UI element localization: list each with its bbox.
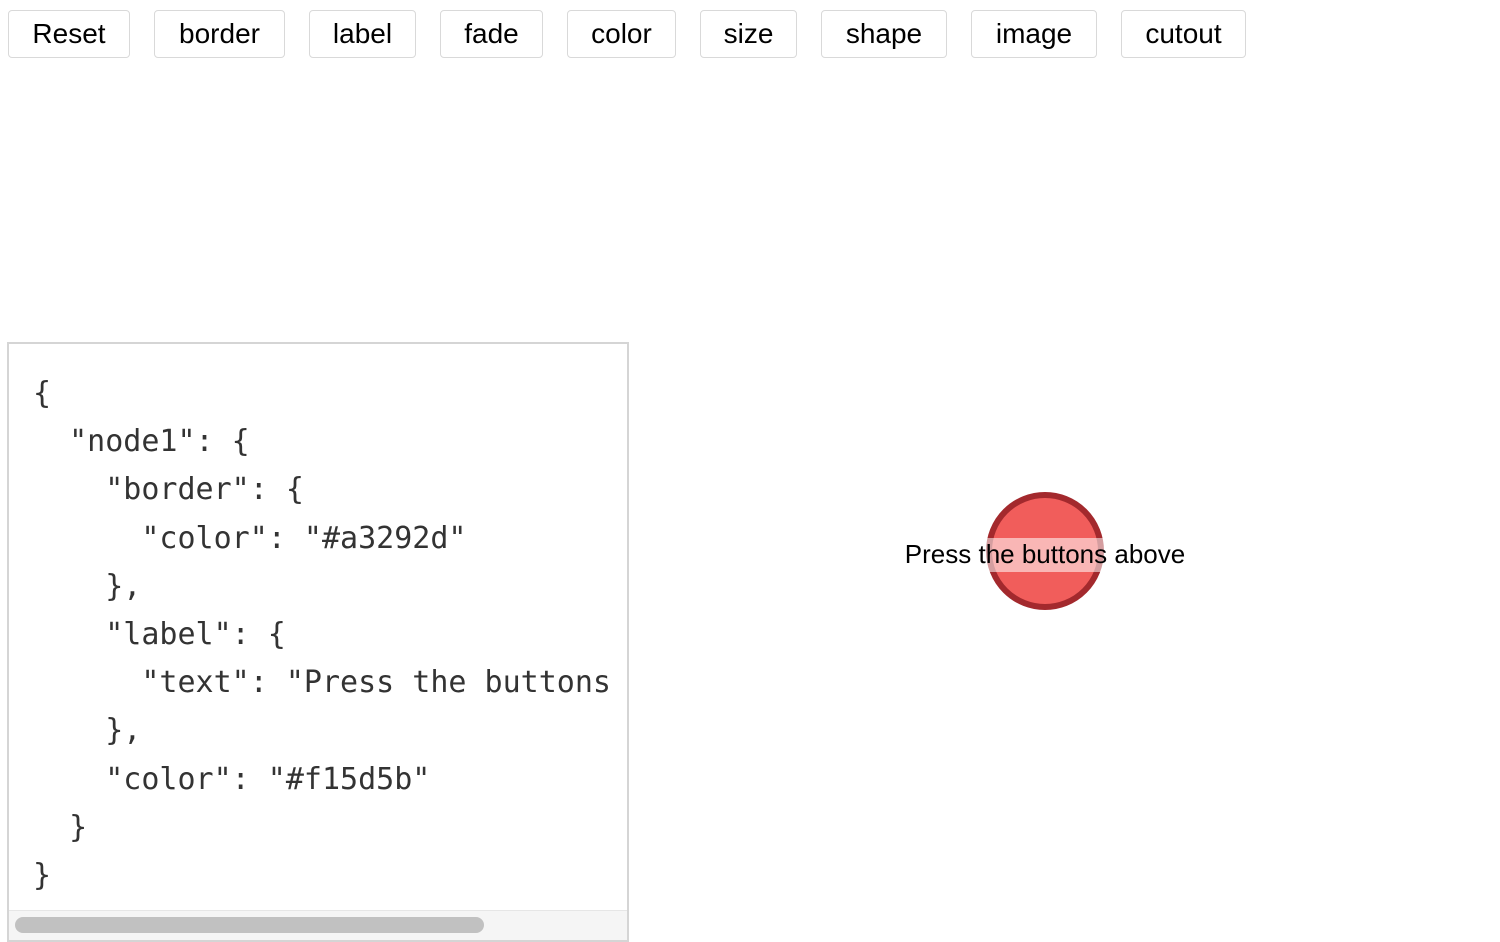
image-button[interactable]: image bbox=[971, 10, 1097, 58]
json-line: { bbox=[33, 376, 52, 411]
reset-button[interactable]: Reset bbox=[8, 10, 130, 58]
json-line: "color": "#f15d5b" bbox=[33, 761, 431, 797]
fade-button[interactable]: fade bbox=[440, 10, 543, 58]
json-code: { "node1": { "border": { "color": "#a329… bbox=[33, 370, 627, 900]
cutout-button[interactable]: cutout bbox=[1121, 10, 1246, 58]
size-button[interactable]: size bbox=[700, 10, 797, 58]
scrollbar-thumb[interactable] bbox=[15, 917, 484, 933]
color-button[interactable]: color bbox=[567, 10, 676, 58]
node-label: Press the buttons above bbox=[904, 539, 1186, 569]
json-line: }, bbox=[33, 713, 142, 749]
json-line: "border": { bbox=[33, 472, 304, 508]
shape-button[interactable]: shape bbox=[821, 10, 947, 58]
json-line: "text": "Press the buttons above" bbox=[141, 665, 611, 701]
json-line: "color": "#a3292d" bbox=[33, 520, 467, 556]
json-line: } bbox=[33, 809, 88, 845]
json-line: "label": { bbox=[33, 617, 286, 653]
json-line: "node1": { bbox=[33, 424, 250, 460]
toolbar: Reset border label fade color size shape… bbox=[0, 0, 1500, 70]
json-output-panel[interactable]: { "node1": { "border": { "color": "#a329… bbox=[7, 342, 629, 942]
label-button[interactable]: label bbox=[309, 10, 416, 58]
border-button[interactable]: border bbox=[154, 10, 285, 58]
graph-canvas[interactable]: Press the buttons above bbox=[640, 90, 1500, 938]
json-line: } bbox=[33, 858, 52, 894]
json-line: }, bbox=[33, 568, 142, 604]
horizontal-scrollbar[interactable] bbox=[9, 910, 627, 940]
